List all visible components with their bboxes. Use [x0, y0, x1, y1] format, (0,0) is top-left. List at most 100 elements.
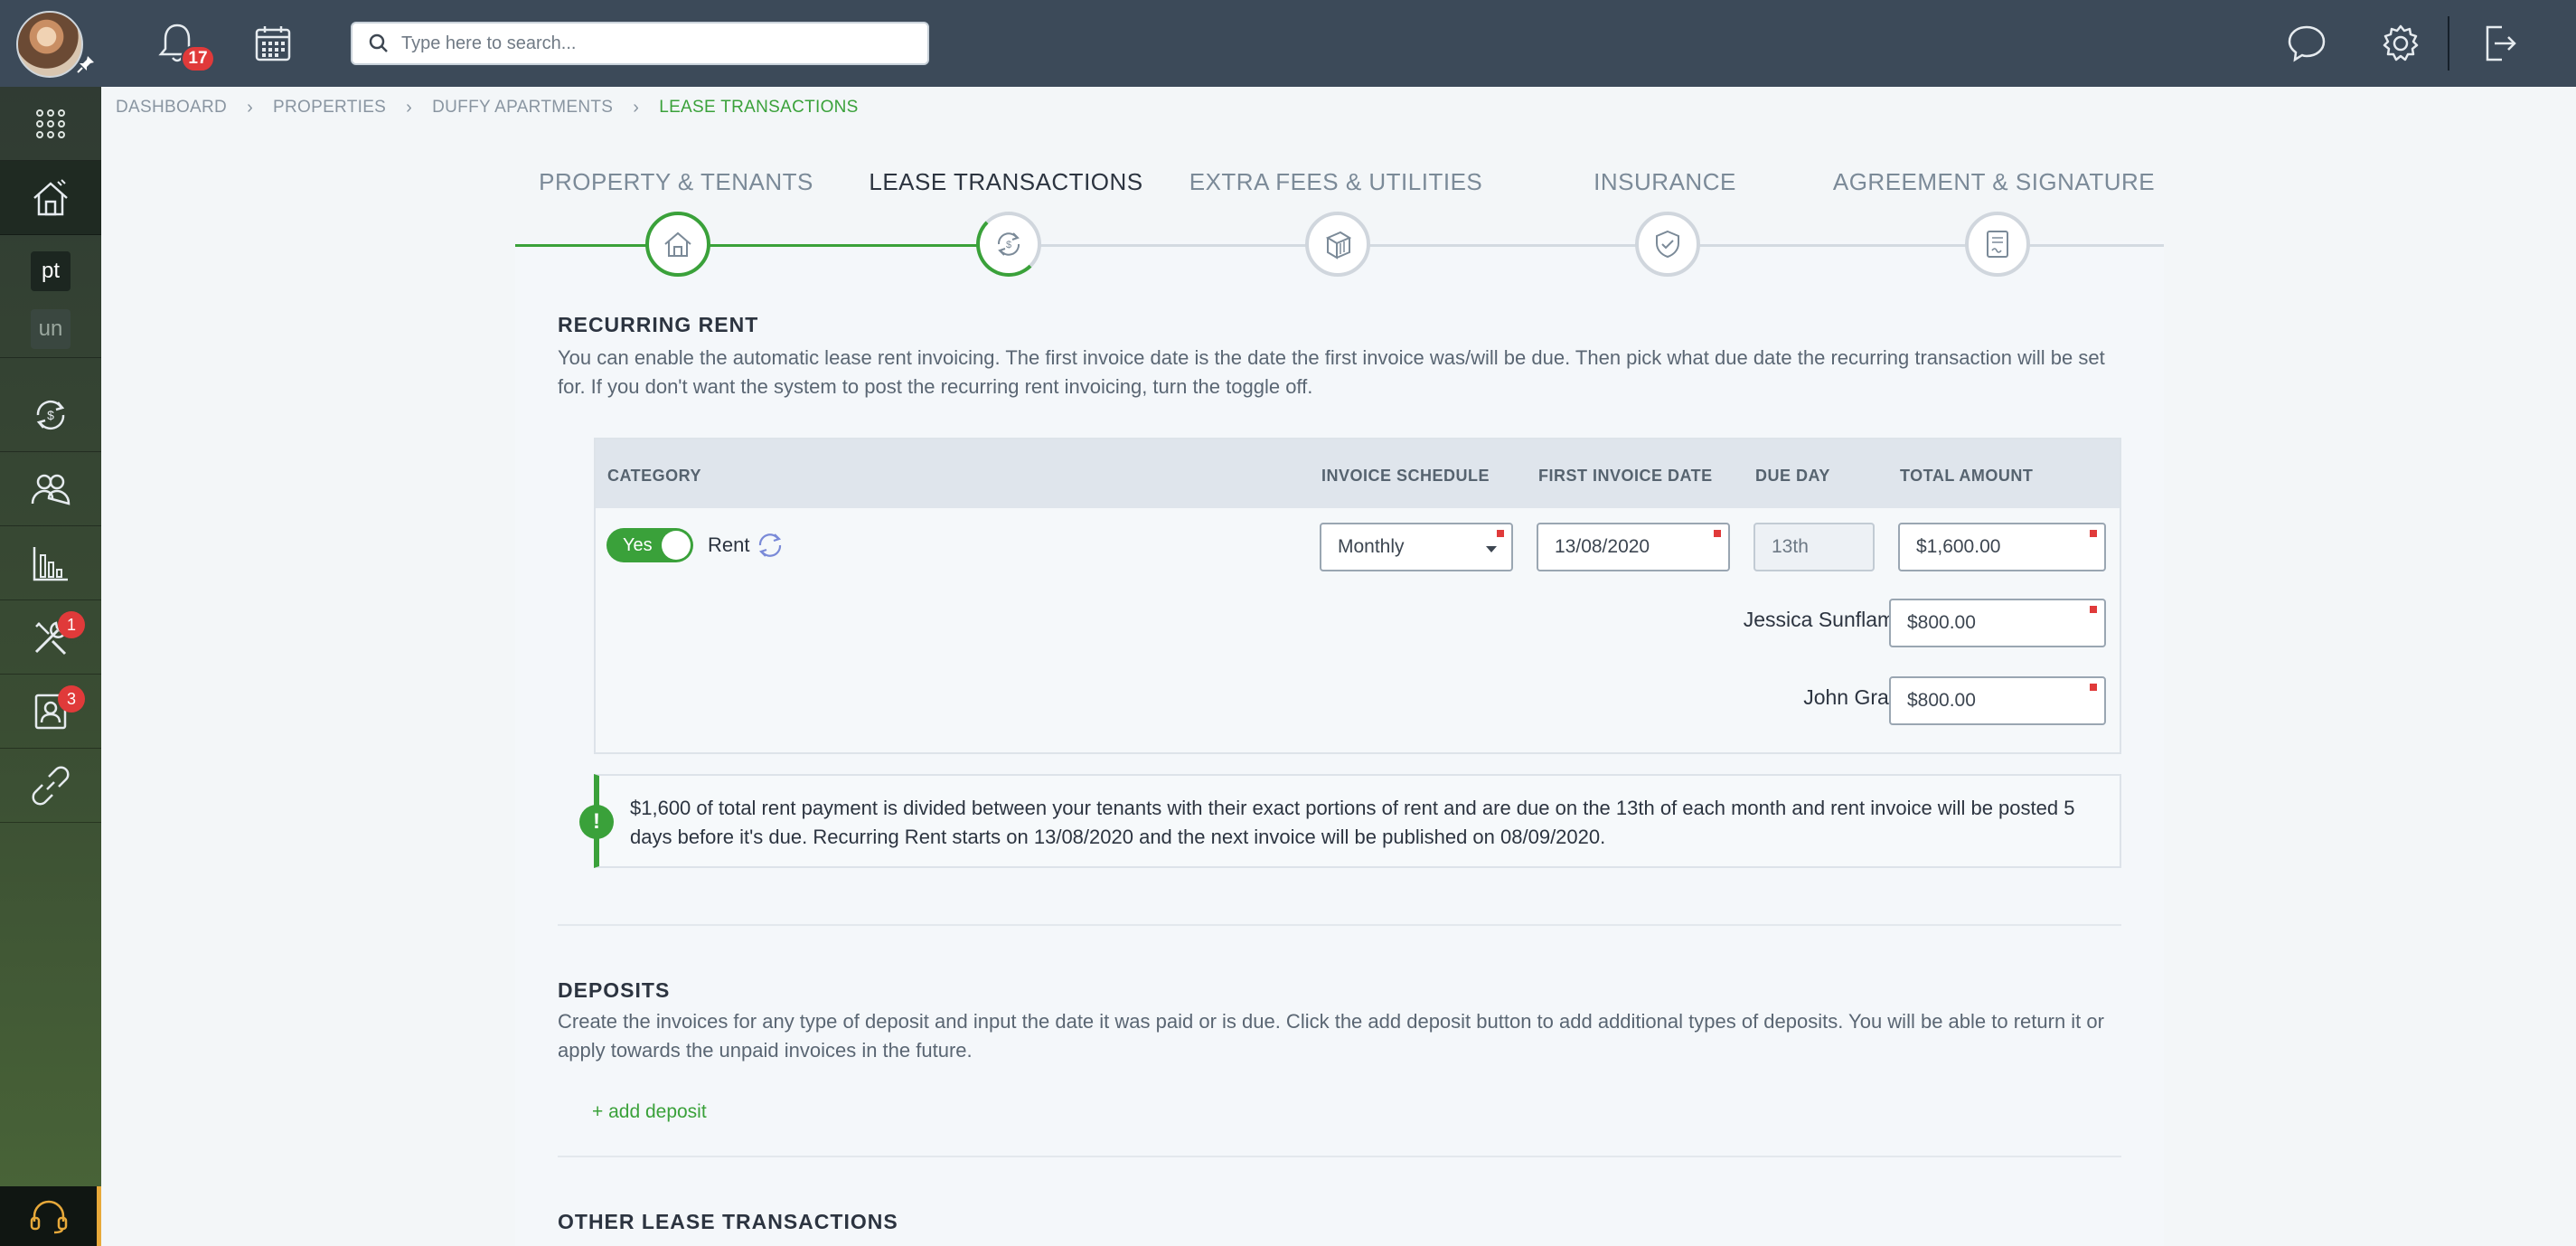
- wizard-steps: PROPERTY & TENANTS LEASE TRANSACTIONS EX…: [515, 163, 2164, 289]
- toggle-knob: [662, 531, 691, 560]
- section-divider: [558, 924, 2121, 926]
- sidebar-item-contacts[interactable]: 3: [0, 675, 101, 749]
- chevron-right-icon: ›: [633, 97, 640, 118]
- rent-info-alert: ! $1,600 of total rent payment is divide…: [579, 774, 2121, 868]
- other-transactions-title: OTHER LEASE TRANSACTIONS: [558, 1210, 898, 1233]
- search-input[interactable]: [401, 25, 927, 61]
- top-bar: 17: [0, 0, 2576, 87]
- sidebar-item-reports[interactable]: [0, 526, 101, 600]
- invoice-schedule-select[interactable]: Monthly: [1320, 523, 1513, 571]
- sidebar-item-tenants[interactable]: [0, 452, 101, 526]
- chevron-right-icon: ›: [406, 97, 413, 118]
- pin-icon[interactable]: [76, 54, 96, 74]
- headset-icon: [30, 1200, 67, 1234]
- required-marker: [2090, 606, 2097, 613]
- exclamation-icon: !: [579, 805, 614, 839]
- section-divider: [558, 1156, 2121, 1157]
- total-amount-value: $1,600.00: [1916, 536, 2001, 557]
- lease-form-card: RECURRING RENT You can enable the automa…: [515, 241, 2164, 1246]
- required-marker: [1497, 530, 1504, 537]
- category-label: Rent: [708, 533, 750, 556]
- caret-down-icon: [1486, 546, 1497, 552]
- step-insurance-label[interactable]: INSURANCE: [1594, 168, 1736, 196]
- rent-cycle-icon: $: [36, 400, 65, 429]
- due-day-value: 13th: [1772, 536, 1809, 557]
- recurring-rent-toggle[interactable]: Yes: [606, 528, 693, 562]
- first-invoice-date-field[interactable]: 13/08/2020: [1537, 523, 1730, 571]
- settings-gear-icon[interactable]: [2377, 20, 2424, 67]
- sidebar-item-un[interactable]: un: [0, 300, 101, 358]
- step-lease-transactions[interactable]: $: [976, 212, 1041, 277]
- add-deposit-link[interactable]: + add deposit: [592, 1101, 707, 1123]
- tenants-icon: [31, 474, 71, 505]
- recurring-rent-title: RECURRING RENT: [558, 313, 759, 336]
- logout-icon[interactable]: [2477, 20, 2524, 67]
- chevron-right-icon: ›: [247, 97, 254, 118]
- column-header-category: CATEGORY: [607, 467, 702, 485]
- house-icon: [664, 231, 691, 257]
- svg-text:$: $: [1006, 240, 1011, 250]
- rent-cycle-icon: $: [997, 232, 1020, 256]
- search-bar[interactable]: [351, 22, 929, 65]
- tenant-amount-value: $800.00: [1907, 690, 1976, 711]
- user-avatar[interactable]: [16, 11, 83, 78]
- money-stack-icon: [1325, 231, 1352, 260]
- column-header-invoice-schedule: INVOICE SCHEDULE: [1321, 467, 1490, 485]
- total-amount-field[interactable]: $1,600.00: [1898, 523, 2106, 571]
- sidebar: pt un $ 1 3: [0, 87, 101, 1246]
- step-extra-fees[interactable]: [1305, 212, 1370, 277]
- shield-icon: [1656, 230, 1679, 259]
- topbar-divider: [2448, 16, 2449, 71]
- calendar-icon[interactable]: [249, 20, 296, 67]
- step-property-tenants-label[interactable]: PROPERTY & TENANTS: [539, 168, 813, 196]
- due-day-field: 13th: [1753, 523, 1875, 571]
- search-icon: [369, 33, 388, 52]
- rent-info-text: $1,600 of total rent payment is divided …: [630, 797, 2075, 848]
- recurring-rent-description: You can enable the automatic lease rent …: [558, 346, 2105, 398]
- apps-grid-icon: [36, 109, 65, 138]
- link-icon: [32, 766, 70, 805]
- sidebar-item-rent[interactable]: $: [0, 378, 101, 452]
- required-marker: [2090, 530, 2097, 537]
- sidebar-item-pt-label: pt: [31, 251, 71, 291]
- breadcrumb: DASHBOARD › PROPERTIES › DUFFY APARTMENT…: [116, 96, 859, 119]
- table-header: CATEGORY INVOICE SCHEDULE FIRST INVOICE …: [596, 439, 2120, 508]
- svg-text:$: $: [47, 408, 54, 422]
- chat-icon[interactable]: [2283, 20, 2330, 67]
- sidebar-item-properties[interactable]: [0, 161, 101, 235]
- sidebar-item-maintenance[interactable]: 1: [0, 600, 101, 675]
- recurring-icon: [755, 530, 785, 565]
- support-button[interactable]: [0, 1186, 101, 1246]
- tenant-amount-value: $800.00: [1907, 612, 1976, 633]
- first-invoice-date-value: 13/08/2020: [1555, 536, 1650, 557]
- tenant-amount-field[interactable]: $800.00: [1889, 599, 2106, 647]
- toggle-label: Yes: [623, 535, 653, 555]
- sidebar-item-apps[interactable]: [0, 87, 101, 161]
- step-extra-fees-label[interactable]: EXTRA FEES & UTILITIES: [1189, 168, 1483, 196]
- tenant-amount-field[interactable]: $800.00: [1889, 676, 2106, 725]
- step-progress-line: [515, 244, 1009, 247]
- maintenance-count-badge: 1: [58, 611, 85, 638]
- breadcrumb-property[interactable]: DUFFY APARTMENTS: [432, 98, 613, 118]
- contacts-count-badge: 3: [58, 685, 85, 713]
- step-agreement[interactable]: [1965, 212, 2030, 277]
- step-property-tenants[interactable]: [645, 212, 710, 277]
- step-agreement-label[interactable]: AGREEMENT & SIGNATURE: [1833, 168, 2155, 196]
- breadcrumb-current: LEASE TRANSACTIONS: [659, 98, 859, 117]
- breadcrumb-dashboard[interactable]: DASHBOARD: [116, 98, 227, 118]
- step-lease-transactions-label[interactable]: LEASE TRANSACTIONS: [869, 168, 1142, 196]
- tenant-name: Jessica Sunflame: [1743, 608, 1906, 631]
- properties-icon: [33, 178, 68, 215]
- breadcrumb-properties[interactable]: PROPERTIES: [273, 98, 386, 118]
- column-header-due-day: DUE DAY: [1755, 467, 1830, 485]
- sidebar-item-pt[interactable]: pt: [0, 242, 101, 300]
- reports-icon: [33, 546, 68, 581]
- required-marker: [2090, 684, 2097, 691]
- step-insurance[interactable]: [1635, 212, 1700, 277]
- sidebar-item-link[interactable]: [0, 749, 101, 823]
- recurring-rent-table: CATEGORY INVOICE SCHEDULE FIRST INVOICE …: [594, 438, 2121, 754]
- required-marker: [1714, 530, 1721, 537]
- column-header-first-invoice-date: FIRST INVOICE DATE: [1538, 467, 1713, 485]
- notification-count-badge: 17: [181, 45, 215, 72]
- sidebar-item-un-label: un: [31, 308, 71, 349]
